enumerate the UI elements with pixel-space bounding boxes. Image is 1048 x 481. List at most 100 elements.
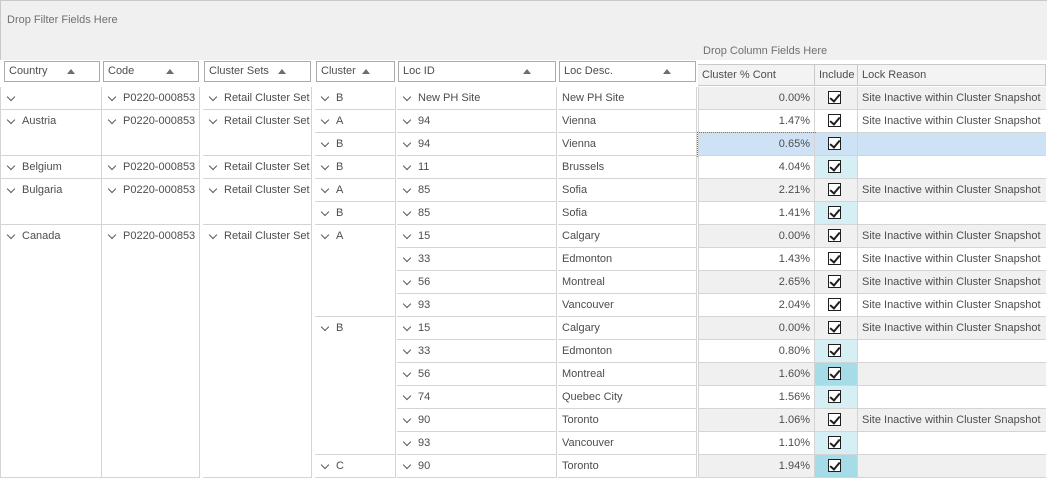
loc-id-cell[interactable]: 56 xyxy=(397,363,557,386)
include-checkbox[interactable] xyxy=(828,459,841,472)
loc-id-cell[interactable]: 94 xyxy=(397,110,557,133)
cluster-cell[interactable]: C xyxy=(315,455,396,478)
chevron-down-icon[interactable] xyxy=(320,92,330,102)
cluster-pct-cell[interactable]: 0.80% xyxy=(698,340,815,363)
chevron-down-icon[interactable] xyxy=(320,207,330,217)
loc-id-cell[interactable]: 93 xyxy=(397,432,557,455)
cluster-cell[interactable]: A xyxy=(315,179,396,202)
group-cell-code[interactable]: P0220-000853 xyxy=(102,179,200,225)
chevron-down-icon[interactable] xyxy=(107,230,117,240)
include-checkbox[interactable] xyxy=(828,413,841,426)
cluster-cell[interactable]: B xyxy=(315,202,396,225)
group-cell-country[interactable] xyxy=(0,87,102,110)
include-checkbox[interactable] xyxy=(828,436,841,449)
loc-id-cell[interactable]: 90 xyxy=(397,409,557,432)
chevron-down-icon[interactable] xyxy=(6,230,16,240)
row-field-country[interactable]: Country xyxy=(4,61,100,82)
lock-reason-cell[interactable] xyxy=(858,386,1046,409)
chevron-down-icon[interactable] xyxy=(208,92,218,102)
group-cell-cluster_sets[interactable]: Retail Cluster Set xyxy=(203,156,312,179)
cluster-pct-cell[interactable]: 1.94% xyxy=(698,455,815,478)
sort-ascending-icon[interactable] xyxy=(166,69,174,74)
group-cell-cluster_sets[interactable]: Retail Cluster Set xyxy=(203,179,312,225)
row-field-cluster_sets[interactable]: Cluster Sets xyxy=(204,61,311,82)
cluster-cell[interactable]: B xyxy=(315,87,396,110)
cluster-pct-cell[interactable]: 1.41% xyxy=(698,202,815,225)
loc-id-cell[interactable]: 33 xyxy=(397,340,557,363)
lock-reason-cell[interactable] xyxy=(858,202,1046,225)
group-cell-country[interactable]: Canada xyxy=(0,225,102,478)
chevron-down-icon[interactable] xyxy=(402,115,412,125)
lock-reason-cell[interactable] xyxy=(858,156,1046,179)
group-cell-code[interactable]: P0220-000853 xyxy=(102,110,200,156)
loc-id-cell[interactable]: 15 xyxy=(397,317,557,340)
row-field-cluster[interactable]: Cluster xyxy=(316,61,395,82)
chevron-down-icon[interactable] xyxy=(107,161,117,171)
cluster-cell[interactable]: A xyxy=(315,225,396,317)
group-cell-country[interactable]: Belgium xyxy=(0,156,102,179)
chevron-down-icon[interactable] xyxy=(320,184,330,194)
lock-reason-cell[interactable] xyxy=(858,340,1046,363)
include-cell[interactable] xyxy=(815,340,858,363)
cluster-pct-cell[interactable]: 1.47% xyxy=(698,110,815,133)
cluster-cell[interactable]: A xyxy=(315,110,396,133)
loc-id-cell[interactable]: 56 xyxy=(397,271,557,294)
chevron-down-icon[interactable] xyxy=(6,92,16,102)
cluster-pct-cell[interactable]: 0.00% xyxy=(698,225,815,248)
chevron-down-icon[interactable] xyxy=(320,115,330,125)
sort-ascending-icon[interactable] xyxy=(663,69,671,74)
include-cell[interactable] xyxy=(815,156,858,179)
chevron-down-icon[interactable] xyxy=(6,115,16,125)
group-cell-code[interactable]: P0220-000853 xyxy=(102,87,200,110)
include-cell[interactable] xyxy=(815,271,858,294)
chevron-down-icon[interactable] xyxy=(208,161,218,171)
chevron-down-icon[interactable] xyxy=(402,368,412,378)
include-cell[interactable] xyxy=(815,110,858,133)
row-field-code[interactable]: Code xyxy=(103,61,199,82)
chevron-down-icon[interactable] xyxy=(320,161,330,171)
cluster-pct-cell[interactable]: 4.04% xyxy=(698,156,815,179)
lock-reason-cell[interactable] xyxy=(858,133,1046,156)
lock-reason-cell[interactable]: Site Inactive within Cluster Snapshot xyxy=(858,87,1046,110)
cluster-pct-cell[interactable]: 0.65% xyxy=(697,132,816,157)
chevron-down-icon[interactable] xyxy=(402,138,412,148)
include-checkbox[interactable] xyxy=(828,114,841,127)
include-checkbox[interactable] xyxy=(828,344,841,357)
filter-drop-zone[interactable]: Drop Filter Fields Here Drop Column Fiel… xyxy=(0,0,1047,60)
include-checkbox[interactable] xyxy=(828,367,841,380)
include-cell[interactable] xyxy=(815,87,858,110)
loc-id-cell[interactable]: 93 xyxy=(397,294,557,317)
include-cell[interactable] xyxy=(815,363,858,386)
include-checkbox[interactable] xyxy=(828,160,841,173)
include-cell[interactable] xyxy=(815,317,858,340)
include-cell[interactable] xyxy=(815,409,858,432)
cluster-pct-cell[interactable]: 1.60% xyxy=(698,363,815,386)
row-field-loc_desc[interactable]: Loc Desc. xyxy=(559,61,696,82)
chevron-down-icon[interactable] xyxy=(402,184,412,194)
cluster-pct-cell[interactable]: 0.00% xyxy=(698,87,815,110)
chevron-down-icon[interactable] xyxy=(402,460,412,470)
sort-ascending-icon[interactable] xyxy=(278,69,286,74)
include-checkbox[interactable] xyxy=(828,390,841,403)
chevron-down-icon[interactable] xyxy=(402,253,412,263)
sort-ascending-icon[interactable] xyxy=(67,69,75,74)
chevron-down-icon[interactable] xyxy=(402,391,412,401)
cluster-pct-cell[interactable]: 1.10% xyxy=(698,432,815,455)
include-cell[interactable] xyxy=(815,294,858,317)
include-cell[interactable] xyxy=(815,225,858,248)
data-header-cluster_pct[interactable]: Cluster % Cont xyxy=(698,64,815,86)
loc-id-cell[interactable]: 11 xyxy=(397,156,557,179)
include-checkbox[interactable] xyxy=(828,183,841,196)
chevron-down-icon[interactable] xyxy=(402,322,412,332)
chevron-down-icon[interactable] xyxy=(6,161,16,171)
chevron-down-icon[interactable] xyxy=(107,115,117,125)
lock-reason-cell[interactable]: Site Inactive within Cluster Snapshot xyxy=(858,317,1046,340)
lock-reason-cell[interactable]: Site Inactive within Cluster Snapshot xyxy=(858,248,1046,271)
group-cell-code[interactable]: P0220-000853 xyxy=(102,156,200,179)
lock-reason-cell[interactable]: Site Inactive within Cluster Snapshot xyxy=(858,110,1046,133)
cluster-pct-cell[interactable]: 1.56% xyxy=(698,386,815,409)
include-checkbox[interactable] xyxy=(828,298,841,311)
cluster-cell[interactable]: B xyxy=(315,133,396,156)
chevron-down-icon[interactable] xyxy=(402,161,412,171)
group-cell-country[interactable]: Austria xyxy=(0,110,102,156)
